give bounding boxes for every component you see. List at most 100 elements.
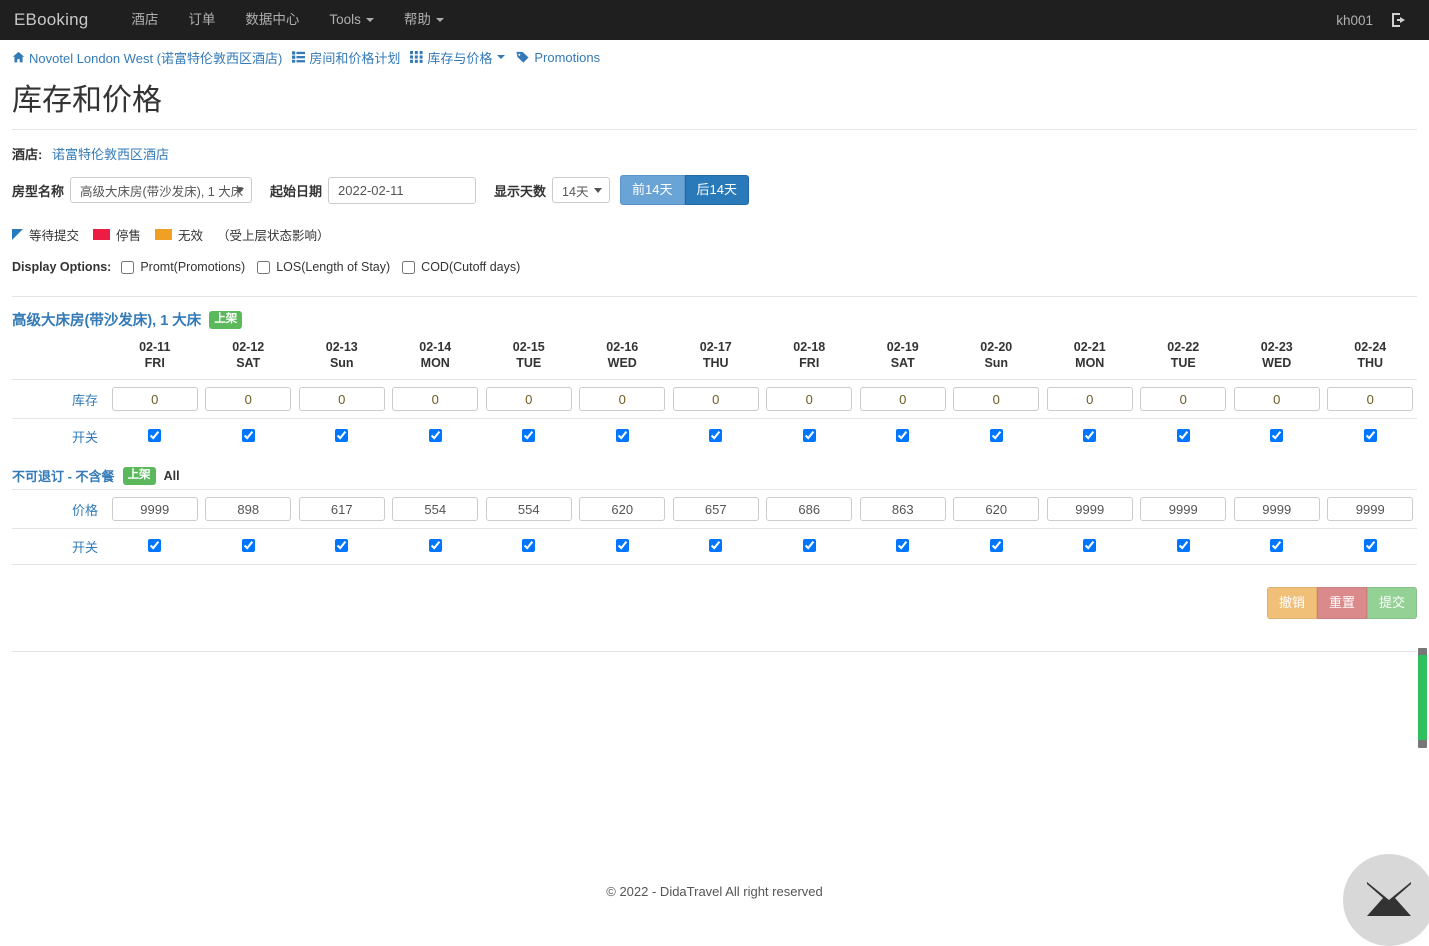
- price-switch-checkbox[interactable]: [896, 538, 910, 552]
- price-input[interactable]: [392, 497, 479, 522]
- breadcrumb-rooms-plans[interactable]: 房间和价格计划: [292, 48, 400, 67]
- inventory-input[interactable]: [1046, 387, 1133, 412]
- next-14-days-button[interactable]: 后14天: [684, 175, 749, 206]
- reset-button[interactable]: 重置: [1316, 587, 1367, 619]
- price-input[interactable]: [1327, 497, 1414, 522]
- nav-item-datacenter[interactable]: 数据中心: [230, 0, 314, 40]
- price-input[interactable]: [859, 497, 946, 522]
- inventory-input[interactable]: [766, 387, 853, 412]
- price-switch-checkbox[interactable]: [1363, 538, 1377, 552]
- price-input[interactable]: [672, 497, 759, 522]
- inventory-input[interactable]: [205, 387, 292, 412]
- nav-item-tools[interactable]: Tools: [314, 0, 389, 40]
- inventory-switch-checkbox[interactable]: [241, 428, 255, 442]
- logout-icon[interactable]: [1391, 12, 1413, 28]
- price-switch-checkbox[interactable]: [1270, 538, 1284, 552]
- nav-item-hotels[interactable]: 酒店: [116, 0, 173, 40]
- inventory-input[interactable]: [485, 387, 572, 412]
- room-name[interactable]: 高级大床房(带沙发床), 1 大床: [12, 309, 201, 330]
- price-switch-checkbox[interactable]: [241, 538, 255, 552]
- option-promotions[interactable]: Promt(Promotions): [121, 260, 245, 274]
- option-promotions-checkbox[interactable]: [121, 260, 135, 274]
- inventory-switch-checkbox[interactable]: [615, 428, 629, 442]
- breadcrumb-hotel[interactable]: Novotel London West (诺富特伦敦西区酒店): [12, 48, 282, 67]
- price-switch-checkbox[interactable]: [148, 538, 162, 552]
- scrollbar-thumb[interactable]: [1418, 655, 1427, 740]
- inventory-input[interactable]: [579, 387, 666, 412]
- date-nav-button-group: 前14天 后14天: [620, 175, 749, 206]
- inventory-switch-checkbox[interactable]: [989, 428, 1003, 442]
- chat-widget-button[interactable]: [1343, 854, 1429, 946]
- option-cod[interactable]: COD(Cutoff days): [402, 260, 520, 274]
- inventory-switch-checkbox[interactable]: [148, 428, 162, 442]
- inventory-input[interactable]: [111, 387, 198, 412]
- rate-plan-name[interactable]: 不可退订 - 不含餐: [12, 466, 115, 485]
- price-switch-checkbox[interactable]: [1176, 538, 1190, 552]
- price-cell: [108, 489, 202, 529]
- price-cell: [575, 489, 669, 529]
- inventory-switch-checkbox[interactable]: [802, 428, 816, 442]
- breadcrumb-inventory-price[interactable]: 库存与价格: [410, 48, 506, 67]
- price-input[interactable]: [298, 497, 385, 522]
- inventory-switch-checkbox[interactable]: [428, 428, 442, 442]
- price-input[interactable]: [953, 497, 1040, 522]
- inventory-input[interactable]: [1327, 387, 1414, 412]
- price-switch-checkbox[interactable]: [335, 538, 349, 552]
- price-cell: [949, 489, 1043, 529]
- roomtype-label: 房型名称: [12, 183, 65, 199]
- price-switch-checkbox[interactable]: [709, 538, 723, 552]
- price-cell: [669, 489, 763, 529]
- hotel-name-link[interactable]: 诺富特伦敦西区酒店: [52, 147, 169, 162]
- option-los[interactable]: LOS(Length of Stay): [257, 260, 390, 274]
- inventory-switch-checkbox[interactable]: [1176, 428, 1190, 442]
- chevron-down-icon: [236, 188, 245, 194]
- startdate-input[interactable]: [328, 176, 477, 204]
- inventory-switch-cell: [108, 418, 202, 455]
- price-switch-checkbox[interactable]: [1083, 538, 1097, 552]
- price-input[interactable]: [111, 497, 198, 522]
- inventory-switch-checkbox[interactable]: [1363, 428, 1377, 442]
- inventory-input[interactable]: [859, 387, 946, 412]
- inventory-switch-cell: [762, 418, 856, 455]
- roomtype-select[interactable]: 高级大床房(带沙发床), 1 大床: [70, 177, 253, 204]
- option-cod-checkbox[interactable]: [402, 260, 416, 274]
- inventory-input[interactable]: [1233, 387, 1320, 412]
- prev-14-days-button[interactable]: 前14天: [620, 175, 685, 206]
- inventory-switch-checkbox[interactable]: [1083, 428, 1097, 442]
- submit-button[interactable]: 提交: [1366, 587, 1417, 619]
- price-input[interactable]: [766, 497, 853, 522]
- user-name[interactable]: kh001: [1318, 13, 1391, 28]
- nav-item-orders[interactable]: 订单: [173, 0, 230, 40]
- option-los-checkbox[interactable]: [257, 260, 271, 274]
- brand-logo[interactable]: EBooking: [14, 10, 104, 30]
- price-input[interactable]: [1140, 497, 1227, 522]
- undo-button[interactable]: 撤销: [1266, 587, 1317, 619]
- price-input[interactable]: [1233, 497, 1320, 522]
- price-switch-cell: [1230, 528, 1324, 566]
- inventory-input[interactable]: [672, 387, 759, 412]
- price-switch-checkbox[interactable]: [802, 538, 816, 552]
- price-switch-checkbox[interactable]: [615, 538, 629, 552]
- inventory-switch-checkbox[interactable]: [896, 428, 910, 442]
- price-input[interactable]: [485, 497, 572, 522]
- nav-item-help[interactable]: 帮助: [389, 0, 459, 40]
- inventory-switch-checkbox[interactable]: [709, 428, 723, 442]
- inventory-input[interactable]: [953, 387, 1040, 412]
- inventory-switch-checkbox[interactable]: [335, 428, 349, 442]
- inventory-input[interactable]: [392, 387, 479, 412]
- date-column-header: 02-18 FRI: [763, 334, 857, 380]
- inventory-switch-checkbox[interactable]: [1270, 428, 1284, 442]
- days-select[interactable]: 14天: [552, 177, 611, 204]
- inventory-input[interactable]: [1140, 387, 1227, 412]
- inventory-switch-checkbox[interactable]: [522, 428, 536, 442]
- price-switch-checkbox[interactable]: [522, 538, 536, 552]
- inventory-input[interactable]: [298, 387, 385, 412]
- price-input[interactable]: [1046, 497, 1133, 522]
- price-switch-checkbox[interactable]: [989, 538, 1003, 552]
- price-switch-checkbox[interactable]: [428, 538, 442, 552]
- inventory-switch-cell: [1230, 418, 1324, 455]
- price-input[interactable]: [579, 497, 666, 522]
- price-input[interactable]: [205, 497, 292, 522]
- date-column-header: 02-17 THU: [669, 334, 763, 380]
- breadcrumb-promotions[interactable]: Promotions: [515, 50, 600, 65]
